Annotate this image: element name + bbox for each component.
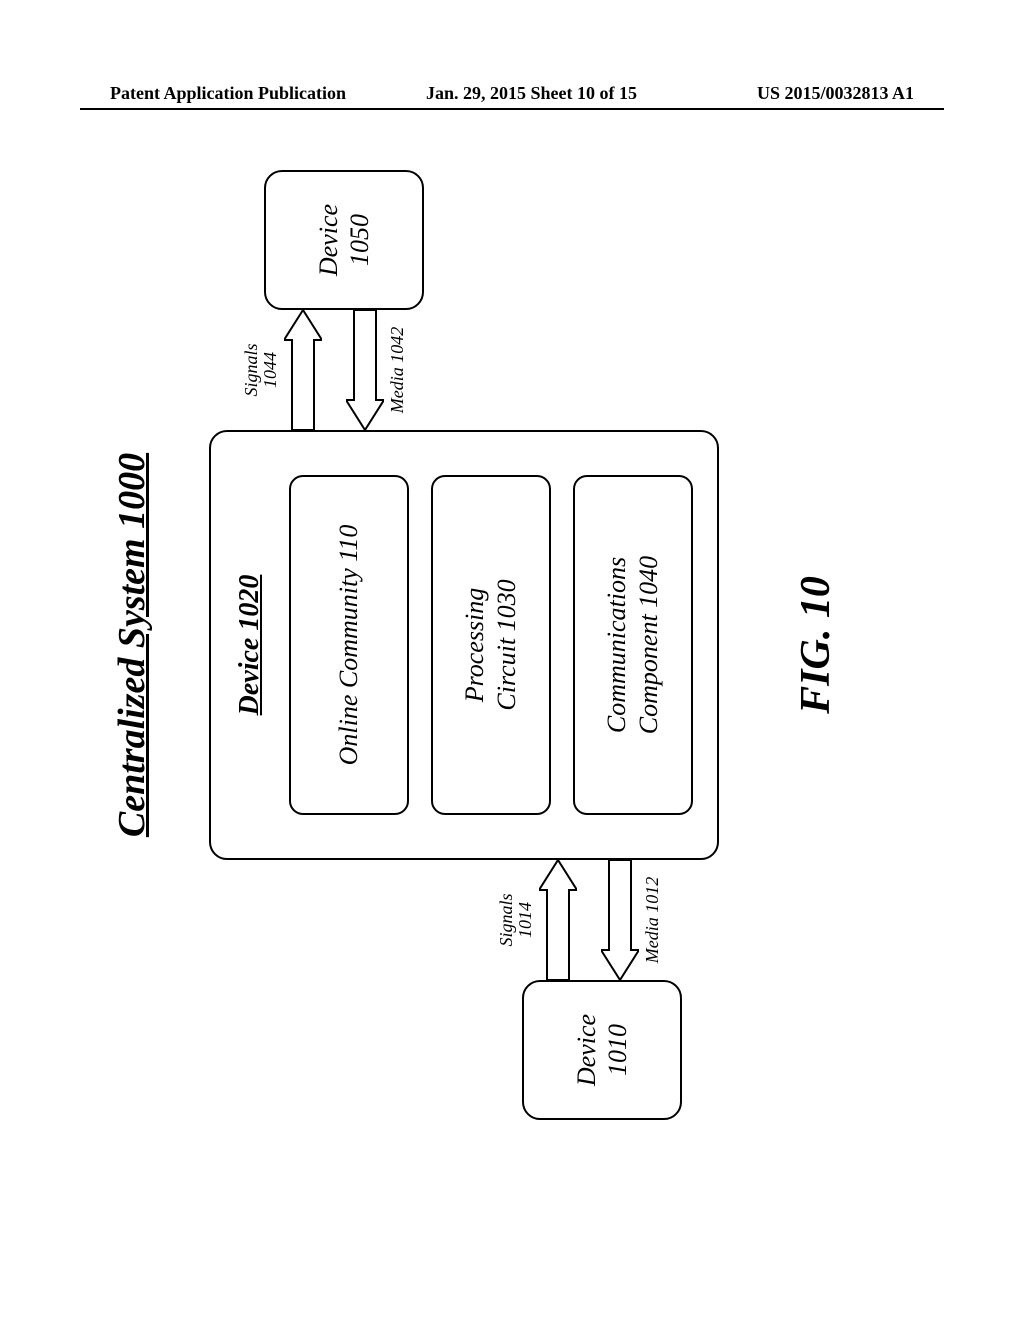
header-left: Patent Application Publication	[110, 83, 346, 104]
system-title: Centralized System 1000	[110, 170, 154, 1120]
media-1012-label: Media 1012	[643, 860, 662, 980]
figure-content: Centralized System 1000 Device 1010 Sign…	[110, 170, 880, 1120]
media-1042-label: Media 1042	[388, 310, 407, 430]
device-1050-number: 1050	[344, 214, 375, 266]
online-community-box: Online Community 110	[289, 475, 409, 815]
page-header: Patent Application Publication Jan. 29, …	[0, 83, 1024, 104]
device-1010-box: Device 1010	[522, 980, 682, 1120]
arrow-right-icon	[284, 310, 322, 430]
processing-line1: Processing	[459, 588, 490, 703]
processing-circuit-box: Processing Circuit 1030	[431, 475, 551, 815]
communications-box: Communications Component 1040	[573, 475, 693, 815]
arrow-right-icon	[539, 860, 577, 980]
header-center: Jan. 29, 2015 Sheet 10 of 15	[426, 83, 637, 104]
block-diagram: Device 1010 Signals 1014	[184, 170, 744, 1120]
device-1010-label: Device	[571, 1014, 602, 1086]
device-1050-label: Device	[313, 204, 344, 276]
communications-line2: Component 1040	[633, 556, 664, 734]
signals-1044-label: Signals 1044	[242, 310, 280, 430]
header-divider	[80, 108, 944, 110]
device-1020-title: Device 1020	[233, 575, 267, 716]
arrow-left-icon	[601, 860, 639, 980]
header-right: US 2015/0032813 A1	[757, 83, 914, 104]
device-1050-box: Device 1050	[264, 170, 424, 310]
processing-line2: Circuit 1030	[491, 579, 522, 710]
figure-caption: FIG. 10	[792, 170, 840, 1120]
arrow-pair-left: Signals 1014 Media 1012	[539, 860, 659, 980]
communications-line1: Communications	[601, 557, 632, 733]
device-1020-box: Device 1020 Online Community 110 Process…	[209, 430, 719, 860]
arrow-left-icon	[346, 310, 384, 430]
device-1010-number: 1010	[602, 1024, 633, 1076]
signals-1014-label: Signals 1014	[497, 860, 535, 980]
online-community-label: Online Community 110	[333, 525, 364, 766]
arrow-pair-right: Signals 1044 Media 1042	[284, 310, 404, 430]
figure-rotated-container: Centralized System 1000 Device 1010 Sign…	[20, 260, 970, 1030]
